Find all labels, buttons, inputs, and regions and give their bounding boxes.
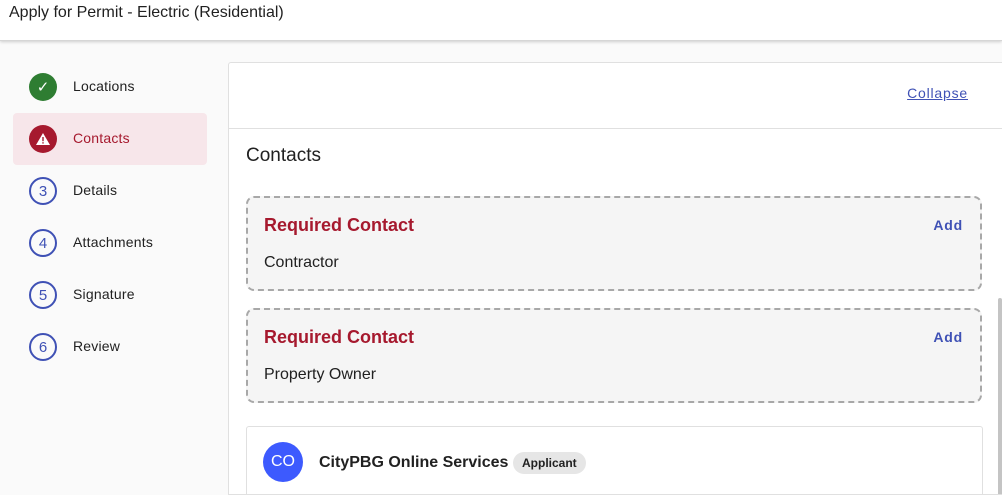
step-label: Review <box>73 338 121 354</box>
scrollbar[interactable] <box>998 298 1002 494</box>
required-contact-card: Required Contact Add Contractor <box>246 196 982 291</box>
contact-name: CityPBG Online Services <box>319 454 509 471</box>
required-contact-title: Required Contact <box>264 215 415 235</box>
step-number-icon: 4 <box>29 229 57 257</box>
avatar: CO <box>263 442 303 482</box>
app-header: Apply for Permit - Electric (Residential… <box>0 0 1002 41</box>
required-contact-role: Contractor <box>264 254 339 271</box>
add-contractor-button[interactable]: Add <box>933 217 963 233</box>
step-label: Locations <box>73 78 135 94</box>
check-icon: ✓ <box>29 73 57 101</box>
required-contact-card: Required Contact Add Property Owner <box>246 308 982 403</box>
step-label: Contacts <box>73 130 130 146</box>
step-signature[interactable]: 5 Signature <box>13 269 207 321</box>
step-attachments[interactable]: 4 Attachments <box>13 217 207 269</box>
step-label: Details <box>73 182 118 198</box>
contact-card[interactable]: CO CityPBG Online Services Applicant <box>246 426 983 494</box>
stepper-nav: ✓ Locations Contacts 3 Details 4 Attachm… <box>0 42 228 495</box>
contacts-panel: Collapse Contacts Required Contact Add C… <box>228 62 1002 495</box>
section-title: Contacts <box>246 145 321 166</box>
step-contacts[interactable]: Contacts <box>13 113 207 165</box>
add-property-owner-button[interactable]: Add <box>933 329 963 345</box>
page-title: Apply for Permit - Electric (Residential… <box>9 4 284 21</box>
warning-icon <box>29 125 57 153</box>
step-locations[interactable]: ✓ Locations <box>13 61 207 113</box>
role-badge: Applicant <box>513 452 586 474</box>
step-review[interactable]: 6 Review <box>13 321 207 373</box>
collapse-link[interactable]: Collapse <box>907 85 968 101</box>
required-contact-title: Required Contact <box>264 327 415 347</box>
step-label: Attachments <box>73 234 154 250</box>
step-number-icon: 5 <box>29 281 57 309</box>
panel-header: Collapse <box>229 63 1002 129</box>
step-label: Signature <box>73 286 135 302</box>
required-contact-role: Property Owner <box>264 366 377 383</box>
step-number-icon: 6 <box>29 333 57 361</box>
step-number-icon: 3 <box>29 177 57 205</box>
step-details[interactable]: 3 Details <box>13 165 207 217</box>
